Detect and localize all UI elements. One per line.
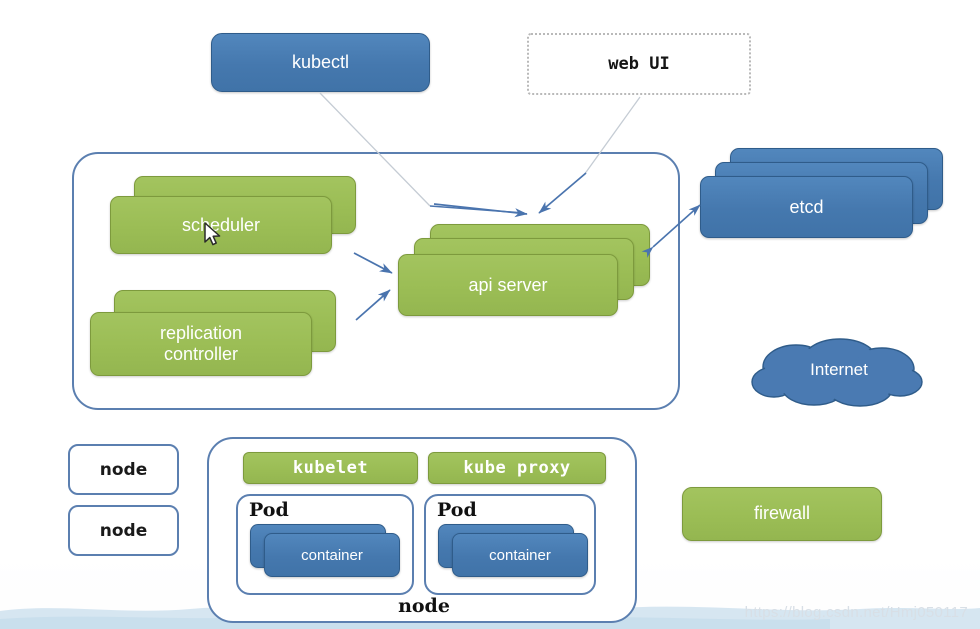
watermark: https://blog.csdn.net/Hmj050117 <box>744 604 968 621</box>
api-server-layer-front: api server <box>398 254 618 316</box>
pod-1-container-label: container <box>301 546 363 564</box>
kubelet-label: kubelet <box>292 457 369 478</box>
pod-2-container-stack: container <box>438 524 590 580</box>
pod-1-label: Pod <box>249 499 289 521</box>
standalone-node-1-label: node <box>99 459 148 480</box>
pod-1-container-layer-front: container <box>264 533 400 577</box>
web-ui-node[interactable]: web UI <box>527 33 751 95</box>
kubelet-node[interactable]: kubelet <box>243 452 418 484</box>
kubectl-node[interactable]: kubectl <box>211 33 430 92</box>
scheduler-label: scheduler <box>181 214 261 235</box>
replication-controller-label-line2: controller <box>163 344 238 364</box>
pod-1[interactable]: Pod container <box>236 494 414 595</box>
replication-controller-label: replication controller <box>160 323 242 365</box>
pod-2-label: Pod <box>437 499 477 521</box>
etcd-layer-front: etcd <box>700 176 913 238</box>
standalone-node-1[interactable]: node <box>68 444 179 495</box>
kube-proxy-label: kube proxy <box>463 457 571 478</box>
etcd-label: etcd <box>789 196 824 217</box>
standalone-node-2[interactable]: node <box>68 505 179 556</box>
api-server-node[interactable]: api server <box>398 224 650 316</box>
pod-2[interactable]: Pod container <box>424 494 596 595</box>
internet-cloud-node[interactable]: Internet <box>748 337 930 409</box>
standalone-node-2-label: node <box>99 520 148 541</box>
node-container-label: node <box>398 595 450 617</box>
replication-controller-node[interactable]: replication controller <box>90 290 336 376</box>
etcd-node[interactable]: etcd <box>700 148 943 238</box>
pod-1-container-stack: container <box>250 524 402 580</box>
scheduler-node[interactable]: scheduler <box>110 176 356 254</box>
api-server-label: api server <box>468 274 548 295</box>
pod-2-container-label: container <box>489 546 551 564</box>
scheduler-layer-front: scheduler <box>110 196 332 254</box>
kube-proxy-node[interactable]: kube proxy <box>428 452 606 484</box>
replication-controller-label-line1: replication <box>159 323 243 343</box>
internet-label: Internet <box>810 360 868 379</box>
replication-controller-layer-front: replication controller <box>90 312 312 376</box>
internet-label-wrap: Internet <box>748 337 930 409</box>
diagram-canvas: kubectl web UI scheduler replication con… <box>0 0 980 629</box>
pod-2-container-layer-front: container <box>452 533 588 577</box>
firewall-node[interactable]: firewall <box>682 487 882 541</box>
kubectl-label: kubectl <box>291 51 350 72</box>
web-ui-label: web UI <box>608 53 670 74</box>
firewall-label: firewall <box>753 503 810 524</box>
